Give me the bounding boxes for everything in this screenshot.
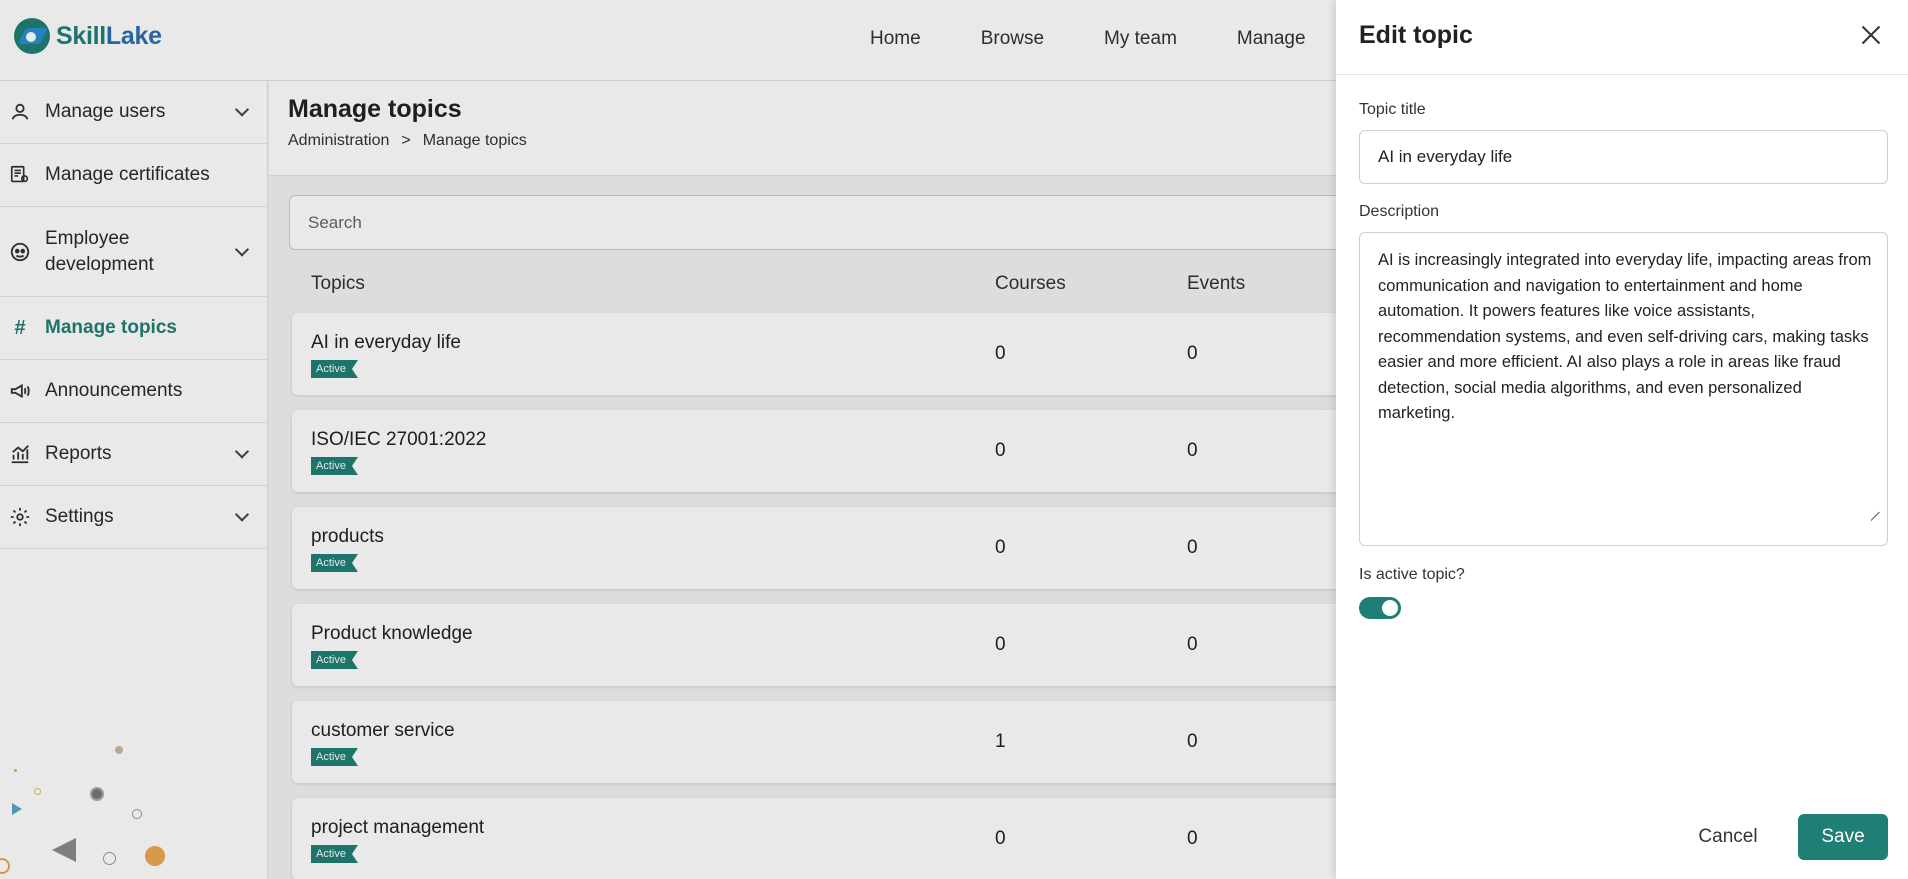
description-textarea[interactable]: AI is increasingly integrated into every…: [1359, 232, 1888, 546]
topic-title-label: Topic title: [1359, 101, 1426, 118]
close-icon[interactable]: [1858, 22, 1884, 48]
is-active-label: Is active topic?: [1359, 566, 1465, 583]
modal-backdrop[interactable]: [0, 0, 1336, 879]
drawer-header: Edit topic: [1336, 0, 1908, 75]
drawer-title: Edit topic: [1359, 21, 1473, 49]
save-button[interactable]: Save: [1798, 814, 1888, 860]
resize-handle-icon[interactable]: [1867, 516, 1881, 530]
is-active-toggle[interactable]: [1359, 597, 1401, 619]
description-label: Description: [1359, 203, 1440, 220]
cancel-button[interactable]: Cancel: [1683, 814, 1773, 860]
toggle-knob: [1382, 600, 1398, 616]
edit-topic-drawer: Edit topic Topic title Description AI is…: [1336, 0, 1908, 879]
topic-title-input[interactable]: [1359, 130, 1888, 184]
